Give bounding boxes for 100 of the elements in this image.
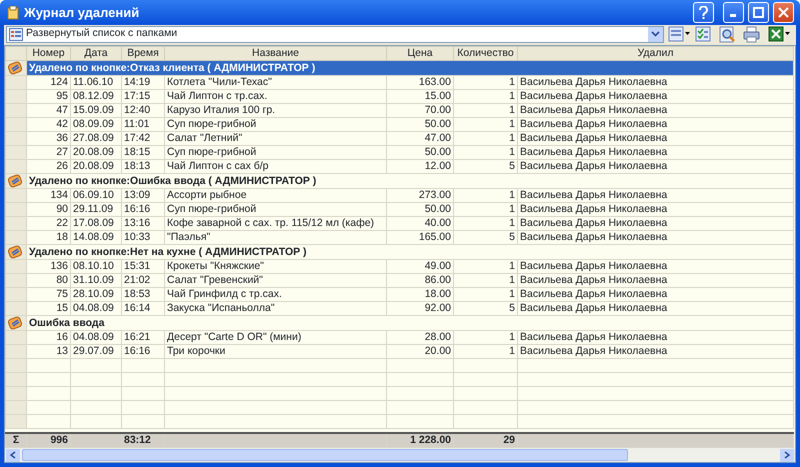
table-cell: 50.00	[386, 146, 454, 160]
table-cell: Васильева Дарья Николаевна	[518, 288, 794, 302]
table-cell: 5	[454, 160, 518, 174]
table-cell: 40.00	[386, 216, 454, 230]
preview-button[interactable]	[718, 26, 737, 42]
column-header[interactable]: Время	[122, 46, 164, 60]
table-cell: Васильева Дарья Николаевна	[518, 330, 794, 344]
table-cell: 1	[454, 216, 518, 230]
scroll-left-button[interactable]	[6, 448, 20, 462]
table-cell: 163.00	[386, 76, 454, 90]
table-cell: 16:14	[122, 302, 164, 316]
caret-icon	[685, 32, 690, 36]
table-cell: 47.00	[386, 132, 454, 146]
table-cell: Суп пюре-грибной	[164, 118, 386, 132]
view-dropdown[interactable]: Развернутый список с папками	[6, 26, 664, 42]
table-cell: 08.09.09	[70, 118, 122, 132]
table-cell: Васильева Дарья Николаевна	[518, 260, 794, 274]
table-cell: 86.00	[386, 274, 454, 288]
table-cell: 27	[26, 146, 70, 160]
table-cell: 95	[26, 90, 70, 104]
table-cell: 1	[454, 202, 518, 216]
table-cell: 15:31	[122, 260, 164, 274]
table-cell: 5	[454, 230, 518, 244]
table-cell: 1	[454, 288, 518, 302]
table-cell: 20.08.09	[70, 146, 122, 160]
table-cell: 11:01	[122, 118, 164, 132]
column-header[interactable]: Количество	[454, 46, 518, 60]
table-cell: 90	[26, 202, 70, 216]
table-cell: 50.00	[386, 118, 454, 132]
table-cell: 21:02	[122, 274, 164, 288]
table-cell: 31.10.09	[70, 274, 122, 288]
table-cell: Васильева Дарья Николаевна	[518, 76, 794, 90]
table-cell: 22	[26, 216, 70, 230]
table-cell: 12.00	[386, 160, 454, 174]
table-cell: 47	[26, 104, 70, 118]
table-cell: Десерт "Carte D OR" (мини)	[164, 330, 386, 344]
total-cell: 29	[454, 433, 518, 448]
total-cell: 83:12	[122, 433, 164, 448]
columns-button[interactable]	[667, 26, 691, 42]
table-cell: Васильева Дарья Николаевна	[518, 216, 794, 230]
table-cell: 70.00	[386, 104, 454, 118]
maximize-button[interactable]	[748, 2, 769, 23]
scrollbar-thumb[interactable]	[22, 449, 628, 461]
table-cell: 12:40	[122, 104, 164, 118]
table-cell: 26	[26, 160, 70, 174]
scroll-right-button[interactable]	[780, 448, 794, 462]
column-header[interactable]: Дата	[70, 46, 122, 60]
table-cell: 28.00	[386, 330, 454, 344]
table-cell: 16	[26, 330, 70, 344]
help-button[interactable]	[692, 2, 714, 23]
table-cell: Васильева Дарья Николаевна	[518, 90, 794, 104]
table-cell: 134	[26, 188, 70, 202]
list-icon	[9, 28, 23, 40]
table-cell: 14:19	[122, 76, 164, 90]
table-cell: Васильева Дарья Николаевна	[518, 302, 794, 316]
table-cell: 17:15	[122, 90, 164, 104]
table-cell: 124	[26, 76, 70, 90]
table-cell: 1	[454, 90, 518, 104]
table-cell: 50.00	[386, 202, 454, 216]
print-button[interactable]	[742, 26, 762, 42]
group-header[interactable]: Удалено по кнопке:Ошибка ввода ( АДМИНИСТРАТОР )	[26, 174, 794, 188]
column-header[interactable]: Цена	[386, 46, 454, 60]
table-cell: Васильева Дарья Николаевна	[518, 188, 794, 202]
table-cell: "Паэлья"	[164, 230, 386, 244]
table-cell: 92.00	[386, 302, 454, 316]
table-cell: Васильева Дарья Николаевна	[518, 118, 794, 132]
sum-sign: Σ	[6, 433, 26, 448]
table-cell: 13	[26, 344, 70, 358]
table-cell: 11.06.10	[70, 76, 122, 90]
table-cell: Кофе заварной с сах. тр. 115/12 мл (кафе)	[164, 216, 386, 230]
table-cell: 1	[454, 104, 518, 118]
table-cell: 36	[26, 132, 70, 146]
group-header[interactable]: Ошибка ввода	[26, 316, 794, 330]
table-cell: 27.08.09	[70, 132, 122, 146]
checklist-button[interactable]	[694, 26, 712, 42]
table-cell: 06.09.10	[70, 188, 122, 202]
table-cell: Васильева Дарья Николаевна	[518, 274, 794, 288]
table-cell: Суп пюре-грибной	[164, 146, 386, 160]
table-cell: Чай Липтон с сах б/р	[164, 160, 386, 174]
minimize-button[interactable]	[723, 2, 744, 23]
column-header[interactable]: Название	[164, 46, 386, 60]
group-header[interactable]: Удалено по кнопке:Нет на кухне ( АДМИНИСТРАТОР )	[26, 244, 794, 260]
table-cell: Закуска "Испаньолла"	[164, 302, 386, 316]
column-header[interactable]: Номер	[26, 46, 70, 60]
table-cell: 16:16	[122, 202, 164, 216]
table-cell: 15.09.09	[70, 104, 122, 118]
window-title: Журнал удалений	[24, 4, 140, 22]
column-header[interactable]: Удалил	[518, 46, 794, 60]
excel-button[interactable]	[766, 26, 791, 42]
table-cell: 16:21	[122, 330, 164, 344]
group-header[interactable]: Удалено по кнопке:Отказ клиента ( АДМИНИСТРАТОР )	[26, 60, 794, 76]
table-cell: 1	[454, 260, 518, 274]
table-cell: 04.08.09	[70, 302, 122, 316]
maximize-icon	[753, 7, 764, 18]
help-icon	[698, 6, 709, 19]
table-cell: Салат "Гревенский"	[164, 274, 386, 288]
table-cell: Васильева Дарья Николаевна	[518, 160, 794, 174]
close-button[interactable]	[773, 2, 794, 23]
table-cell: 1	[454, 344, 518, 358]
table-cell: Салат "Летний"	[164, 132, 386, 146]
